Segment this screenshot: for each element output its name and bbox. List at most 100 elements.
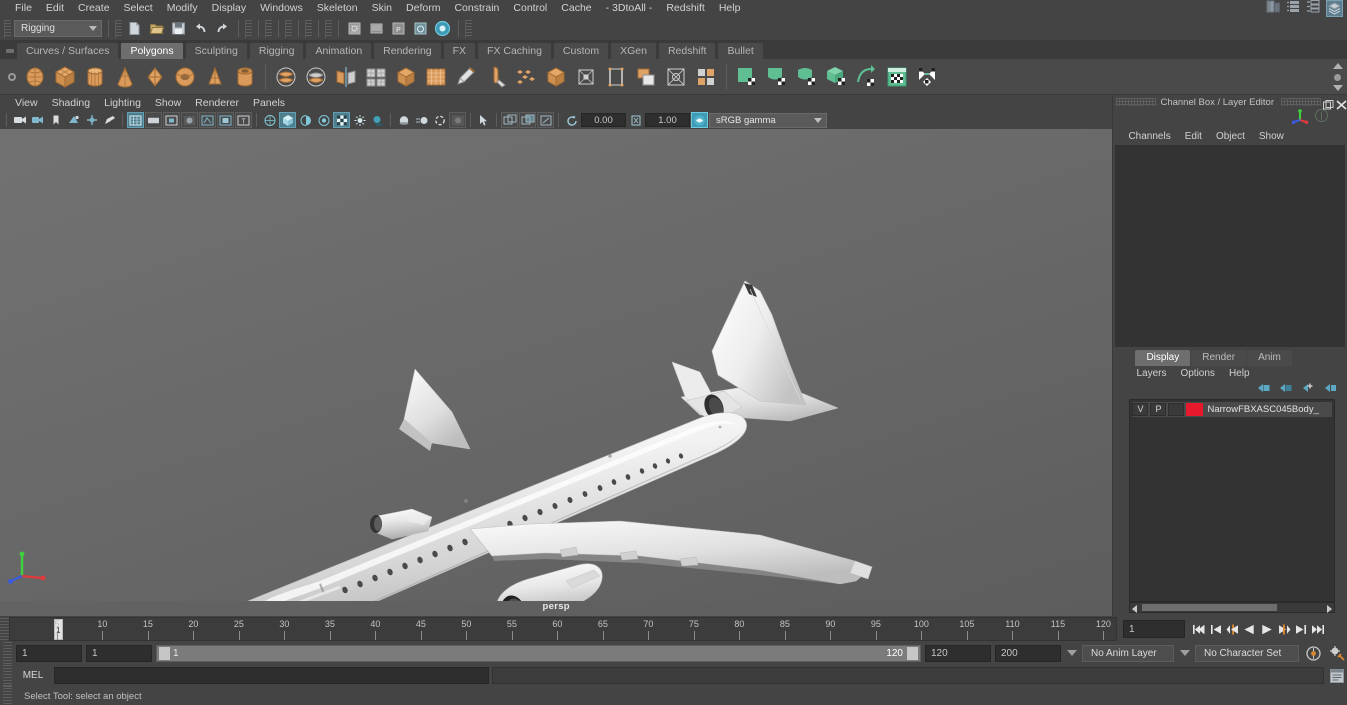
uv-cylindrical-icon[interactable] <box>762 62 792 92</box>
menu-3dtoall[interactable]: - 3DtoAll - <box>599 0 660 17</box>
layer-playback-toggle[interactable]: P <box>1150 402 1167 416</box>
shelf-tab-fx[interactable]: FX <box>442 42 477 59</box>
airliner-3d-model[interactable] <box>0 129 1113 601</box>
layer-list-horizontal-scrollbar[interactable] <box>1129 602 1335 613</box>
shelf-scroll-down-icon[interactable] <box>1332 85 1343 91</box>
layer-list[interactable]: V P NarrowFBXASC045Body_ <box>1129 398 1335 602</box>
viewport-menu-renderer[interactable]: Renderer <box>188 95 246 111</box>
redo-icon[interactable] <box>213 19 232 38</box>
menu-deform[interactable]: Deform <box>399 0 447 17</box>
move-layer-up-icon[interactable] <box>1257 381 1271 399</box>
isolate-select-icon[interactable] <box>501 112 518 128</box>
safe-action-icon[interactable] <box>217 112 234 128</box>
gate-mask-icon[interactable] <box>181 112 198 128</box>
viewport-menu-view[interactable]: View <box>8 95 45 111</box>
color-management-toggle-icon[interactable] <box>691 112 708 128</box>
animation-end-field[interactable]: 200 <box>995 644 1061 662</box>
menu-select[interactable]: Select <box>117 0 160 17</box>
menu-control[interactable]: Control <box>506 0 554 17</box>
quick-rename-icon[interactable] <box>1314 108 1329 128</box>
shelf-tab-polygons[interactable]: Polygons <box>120 42 184 59</box>
undock-panel-icon[interactable] <box>1323 97 1334 110</box>
menu-help[interactable]: Help <box>712 0 748 17</box>
make-live-icon[interactable] <box>433 19 452 38</box>
snap-curve-icon[interactable] <box>367 19 386 38</box>
poly-remesh-icon[interactable] <box>421 62 451 92</box>
poly-torus-icon[interactable] <box>170 62 200 92</box>
toolbar-grip-7[interactable] <box>465 19 472 38</box>
new-layer-from-selected-icon[interactable] <box>1323 381 1337 399</box>
scroll-left-icon[interactable] <box>1132 605 1138 613</box>
poly-bevel-icon[interactable] <box>571 62 601 92</box>
menu-constrain[interactable]: Constrain <box>447 0 506 17</box>
multisample-aa-icon[interactable] <box>431 112 448 128</box>
poly-boolean-union-icon[interactable] <box>271 62 301 92</box>
viewport-menu-show[interactable]: Show <box>148 95 188 111</box>
attribute-editor-icon[interactable] <box>1286 0 1301 19</box>
poly-smooth-icon[interactable] <box>361 62 391 92</box>
uv-cut-icon[interactable] <box>852 62 882 92</box>
time-slider[interactable]: 1 5 10 15 20 25 30 35 40 45 50 55 60 65 70 75 80 85 90 95 1… <box>9 617 1117 641</box>
poly-prism-icon[interactable] <box>200 62 230 92</box>
shelf-tab-custom[interactable]: Custom <box>552 42 610 59</box>
menu-cache[interactable]: Cache <box>554 0 598 17</box>
menu-windows[interactable]: Windows <box>253 0 310 17</box>
poly-cube-icon[interactable] <box>50 62 80 92</box>
uv-automatic-icon[interactable] <box>822 62 852 92</box>
poly-cylinder-icon[interactable] <box>80 62 110 92</box>
shelf-scroll-controls[interactable] <box>1331 63 1344 91</box>
shelf-tab-xgen[interactable]: XGen <box>610 42 657 59</box>
resolution-gate-icon[interactable] <box>163 112 180 128</box>
toolbar-grip-1[interactable] <box>115 19 122 38</box>
shelf-tab-grip[interactable] <box>4 43 16 59</box>
shelf-scroll-thumb[interactable] <box>1334 73 1341 81</box>
uv-editor-icon[interactable] <box>882 62 912 92</box>
step-forward-frame-icon[interactable] <box>1276 620 1291 638</box>
range-handle-right[interactable] <box>907 646 918 660</box>
poly-combine-icon[interactable] <box>541 62 571 92</box>
command-line-grip[interactable] <box>3 664 12 687</box>
channel-box-menu-channels[interactable]: Channels <box>1121 131 1177 142</box>
wireframe-shading-icon[interactable] <box>261 112 278 128</box>
toolbar-grip-3[interactable] <box>265 19 272 38</box>
film-gate-icon[interactable] <box>145 112 162 128</box>
poly-cone-icon[interactable] <box>110 62 140 92</box>
motion-blur-icon[interactable] <box>413 112 430 128</box>
new-layer-icon[interactable] <box>1301 381 1315 399</box>
time-slider-grip[interactable] <box>0 618 9 640</box>
uv-spherical-icon[interactable] <box>792 62 822 92</box>
shaded-wireframe-icon[interactable] <box>297 112 314 128</box>
range-slider-track[interactable]: 1 120 <box>156 644 921 662</box>
modeling-toolkit-icon[interactable] <box>1266 0 1281 19</box>
outliner-icon[interactable] <box>1326 0 1343 17</box>
poly-pipe-icon[interactable] <box>230 62 260 92</box>
channel-box-menu-edit[interactable]: Edit <box>1178 131 1209 142</box>
go-to-start-icon[interactable] <box>1191 620 1206 638</box>
image-plane-icon[interactable] <box>65 112 82 128</box>
menu-modify[interactable]: Modify <box>160 0 205 17</box>
isolate-remove-icon[interactable] <box>537 112 554 128</box>
play-backwards-icon[interactable] <box>1242 620 1257 638</box>
uv-planar-icon[interactable] <box>732 62 762 92</box>
menu-display[interactable]: Display <box>205 0 253 17</box>
gamma-reset-icon[interactable] <box>627 112 644 128</box>
perspective-viewport[interactable]: persp <box>0 129 1113 616</box>
layer-visibility-toggle[interactable]: V <box>1132 402 1149 416</box>
save-scene-icon[interactable] <box>169 19 188 38</box>
anim-layer-select[interactable]: No Anim Layer <box>1082 644 1174 662</box>
lock-camera-icon[interactable] <box>29 112 46 128</box>
shelf-tab-redshift[interactable]: Redshift <box>657 42 717 59</box>
poly-reduce-icon[interactable] <box>391 62 421 92</box>
new-scene-icon[interactable] <box>125 19 144 38</box>
layer-menu-layers[interactable]: Layers <box>1129 368 1173 379</box>
playback-start-field[interactable]: 1 <box>86 644 152 662</box>
grease-pencil-icon[interactable] <box>101 112 118 128</box>
snap-grid-icon[interactable] <box>345 19 364 38</box>
channel-box-content[interactable] <box>1115 145 1345 347</box>
shelf-tab-rigging[interactable]: Rigging <box>248 42 305 59</box>
textured-icon[interactable] <box>315 112 332 128</box>
depth-of-field-icon[interactable] <box>449 112 466 128</box>
open-scene-icon[interactable] <box>147 19 166 38</box>
snap-view-plane-icon[interactable] <box>411 19 430 38</box>
auto-keyframe-icon[interactable] <box>1303 644 1323 662</box>
